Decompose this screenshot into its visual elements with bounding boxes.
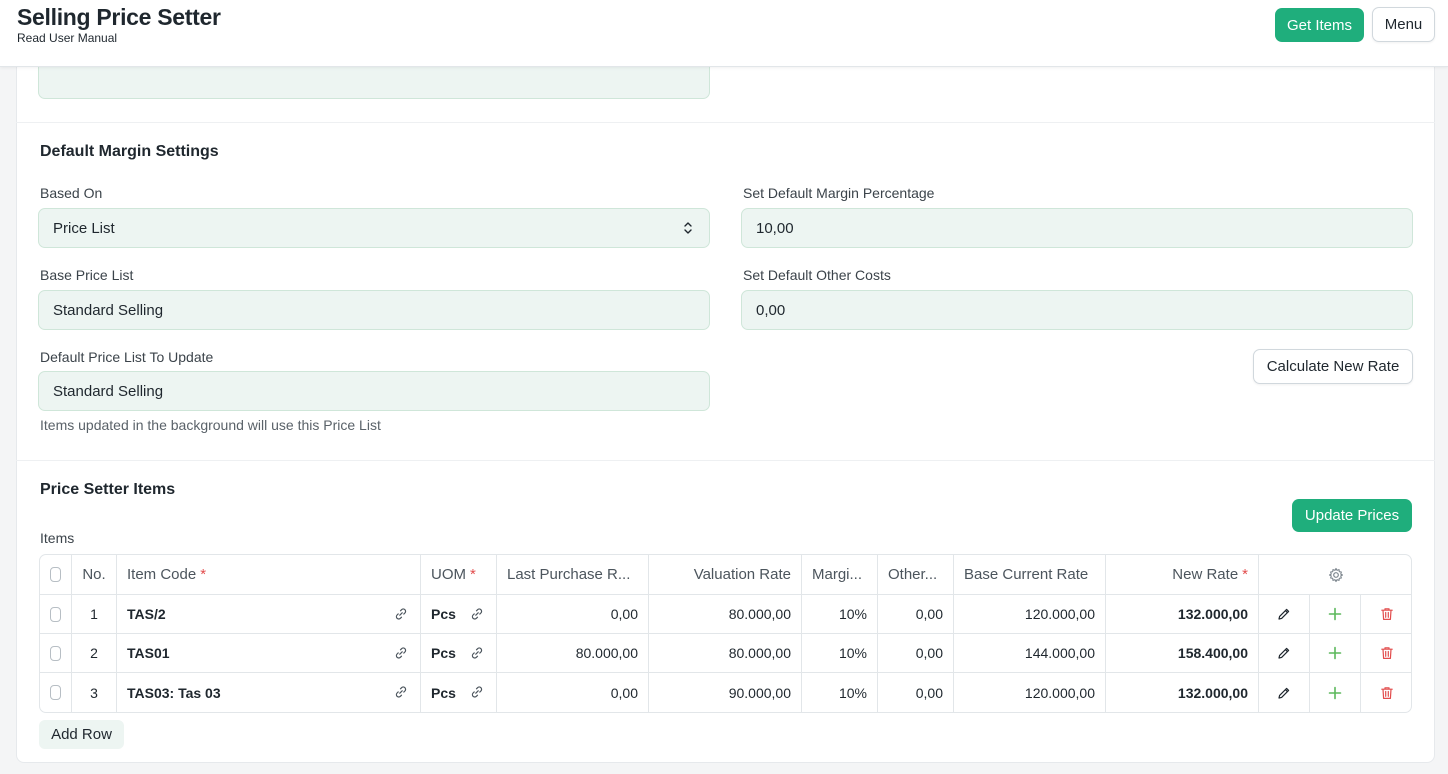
other-costs-label: Set Default Other Costs — [743, 267, 891, 283]
required-mark: * — [200, 566, 207, 583]
last-purchase-cell[interactable]: 0,00 — [497, 673, 649, 712]
other-cell[interactable]: 0,00 — [878, 634, 954, 672]
column-settings-gear-icon[interactable] — [1328, 567, 1344, 583]
link-icon[interactable] — [470, 607, 484, 621]
col-valuation: Valuation Rate — [649, 555, 802, 594]
add-plus-icon[interactable] — [1327, 606, 1343, 622]
link-icon[interactable] — [470, 646, 484, 660]
item-code-cell[interactable]: TAS01 — [117, 634, 421, 672]
link-icon[interactable] — [394, 646, 408, 660]
table-header-row: No. Item Code * UOM * Last Purchase R... V… — [40, 555, 1411, 595]
other-cell[interactable]: 0,00 — [878, 595, 954, 633]
col-base-current: Base Current Rate — [954, 555, 1106, 594]
col-uom: UOM * — [421, 555, 497, 594]
new-rate-cell[interactable]: 158.400,00 — [1106, 634, 1259, 672]
margin-pct-input[interactable]: 10,00 — [741, 208, 1413, 248]
link-icon[interactable] — [470, 685, 484, 699]
row-checkbox[interactable] — [50, 645, 61, 661]
uom-cell[interactable]: Pcs — [421, 595, 497, 633]
other-cell[interactable]: 0,00 — [878, 673, 954, 712]
margin-settings-title: Default Margin Settings — [40, 143, 219, 160]
price-list-update-label: Default Price List To Update — [40, 349, 214, 365]
edit-pencil-icon[interactable] — [1276, 645, 1292, 661]
based-on-select[interactable]: Price List — [38, 208, 710, 248]
col-last-purchase: Last Purchase R... — [497, 555, 649, 594]
price-list-update-input[interactable]: Standard Selling — [38, 371, 710, 411]
base-current-cell[interactable]: 120.000,00 — [954, 595, 1106, 633]
item-code-cell[interactable]: TAS/2 — [117, 595, 421, 633]
margin-cell[interactable]: 10% — [802, 634, 878, 672]
last-purchase-cell[interactable]: 0,00 — [497, 595, 649, 633]
table-row[interactable]: 1 TAS/2 Pcs 0,00 80.000,00 10% 0,00 120.… — [40, 595, 1411, 634]
delete-trash-icon[interactable] — [1379, 685, 1395, 701]
page-title: Selling Price Setter — [17, 4, 221, 30]
row-no: 2 — [72, 634, 117, 672]
section-divider — [16, 460, 1435, 461]
base-current-cell[interactable]: 120.000,00 — [954, 673, 1106, 712]
col-margin: Margi... — [802, 555, 878, 594]
page-header: Selling Price Setter Read User Manual Ge… — [0, 0, 1448, 67]
menu-button[interactable]: Menu — [1372, 7, 1435, 42]
link-icon[interactable] — [394, 685, 408, 699]
base-current-cell[interactable]: 144.000,00 — [954, 634, 1106, 672]
section-divider — [16, 122, 1435, 123]
other-costs-input[interactable]: 0,00 — [741, 290, 1413, 330]
edit-pencil-icon[interactable] — [1276, 606, 1292, 622]
required-mark: * — [470, 566, 476, 583]
add-plus-icon[interactable] — [1327, 685, 1343, 701]
margin-pct-label: Set Default Margin Percentage — [743, 185, 935, 201]
col-no: No. — [72, 555, 117, 594]
valuation-cell[interactable]: 80.000,00 — [649, 595, 802, 633]
price-list-update-description: Items updated in the background will use… — [40, 417, 381, 433]
based-on-value: Price List — [53, 219, 115, 237]
required-mark: * — [1242, 566, 1248, 583]
delete-trash-icon[interactable] — [1379, 645, 1395, 661]
row-checkbox[interactable] — [50, 606, 61, 622]
base-price-list-label: Base Price List — [40, 267, 134, 283]
items-label: Items — [40, 530, 75, 546]
row-checkbox[interactable] — [50, 685, 61, 700]
valuation-cell[interactable]: 90.000,00 — [649, 673, 802, 712]
add-plus-icon[interactable] — [1327, 645, 1343, 661]
table-row[interactable]: 3 TAS03: Tas 03 Pcs 0,00 90.000,00 10% 0… — [40, 673, 1411, 712]
items-section-title: Price Setter Items — [40, 481, 176, 498]
delete-trash-icon[interactable] — [1379, 606, 1395, 622]
get-items-button[interactable]: Get Items — [1275, 8, 1364, 42]
select-chevron-icon — [684, 222, 692, 234]
table-row[interactable]: 2 TAS01 Pcs 80.000,00 80.000,00 10% 0,00… — [40, 634, 1411, 673]
col-other: Other... — [878, 555, 954, 594]
edit-pencil-icon[interactable] — [1276, 685, 1292, 701]
row-no: 3 — [72, 673, 117, 712]
link-icon[interactable] — [394, 607, 408, 621]
user-manual-link[interactable]: Read User Manual — [17, 31, 117, 45]
add-row-button[interactable]: Add Row — [39, 720, 124, 749]
calculate-new-rate-button[interactable]: Calculate New Rate — [1253, 349, 1413, 384]
new-rate-cell[interactable]: 132.000,00 — [1106, 673, 1259, 712]
select-all-checkbox[interactable] — [50, 567, 61, 582]
item-code-cell[interactable]: TAS03: Tas 03 — [117, 673, 421, 712]
based-on-label: Based On — [40, 185, 103, 201]
col-item-code: Item Code * — [117, 555, 421, 594]
items-table: No. Item Code * UOM * Last Purchase R... V… — [39, 554, 1412, 713]
update-prices-button[interactable]: Update Prices — [1292, 499, 1412, 532]
last-purchase-cell[interactable]: 80.000,00 — [497, 634, 649, 672]
col-new-rate: New Rate * — [1106, 555, 1259, 594]
valuation-cell[interactable]: 80.000,00 — [649, 634, 802, 672]
uom-cell[interactable]: Pcs — [421, 634, 497, 672]
new-rate-cell[interactable]: 132.000,00 — [1106, 595, 1259, 633]
base-price-list-input[interactable]: Standard Selling — [38, 290, 710, 330]
margin-cell[interactable]: 10% — [802, 673, 878, 712]
uom-cell[interactable]: Pcs — [421, 673, 497, 712]
margin-cell[interactable]: 10% — [802, 595, 878, 633]
row-no: 1 — [72, 595, 117, 633]
